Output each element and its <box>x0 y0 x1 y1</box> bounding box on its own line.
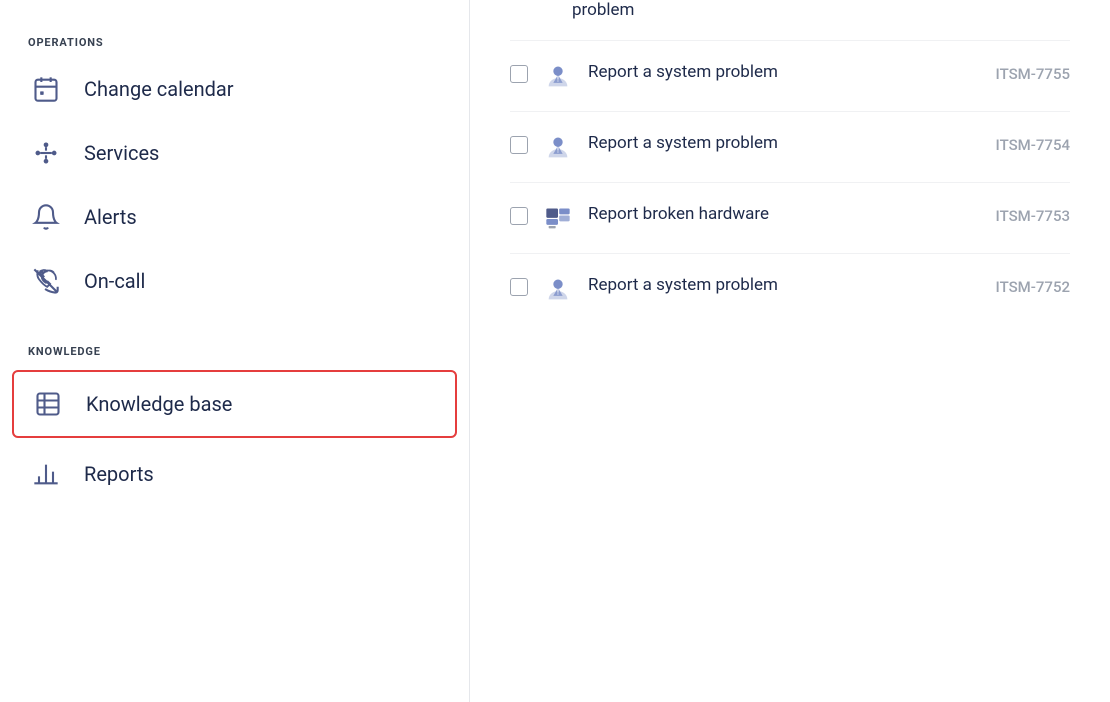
operations-section-label: OPERATIONS <box>0 20 469 57</box>
knowledge-section-label: KNOWLEDGE <box>0 329 469 366</box>
checkbox-input[interactable] <box>510 207 528 225</box>
checkbox-input[interactable] <box>510 65 528 83</box>
row-id: ITSM-7752 <box>996 278 1070 296</box>
list-item: ! Report a system problem ITSM-7752 <box>510 254 1070 324</box>
calendar-icon <box>28 71 64 107</box>
row-title: Report a system problem <box>588 61 980 85</box>
row-content: Report broken hardware <box>588 203 980 227</box>
row-checkbox-7752[interactable] <box>510 278 528 300</box>
sidebar-item-change-calendar[interactable]: Change calendar <box>0 57 469 121</box>
sidebar-item-label: Alerts <box>84 205 137 229</box>
person-alert-icon: ! <box>544 134 572 162</box>
sidebar-item-knowledge-base[interactable]: Knowledge base <box>12 370 457 438</box>
svg-text:!: ! <box>557 76 559 84</box>
sidebar-item-alerts[interactable]: Alerts <box>0 185 469 249</box>
partial-title: problem <box>510 0 634 20</box>
person-alert-icon: ! <box>544 276 572 304</box>
checkbox-input[interactable] <box>510 136 528 154</box>
svg-text:!: ! <box>557 289 559 297</box>
row-checkbox-7754[interactable] <box>510 136 528 158</box>
sidebar: OPERATIONS Change calendar <box>0 0 470 702</box>
sidebar-item-label: Knowledge base <box>86 392 232 416</box>
sidebar-item-services[interactable]: Services <box>0 121 469 185</box>
list-item: ! Report a system problem ITSM-7754 <box>510 112 1070 183</box>
checkbox-input[interactable] <box>510 278 528 296</box>
row-id: ITSM-7755 <box>996 65 1070 83</box>
row-content: Report a system problem <box>588 274 980 298</box>
list-item: Report broken hardware ITSM-7753 <box>510 183 1070 254</box>
row-checkbox-7755[interactable] <box>510 65 528 87</box>
row-title: Report a system problem <box>588 274 980 298</box>
sidebar-item-reports[interactable]: Reports <box>0 442 469 506</box>
list-item: ! Report a system problem ITSM-7755 <box>510 41 1070 112</box>
barchart-icon <box>28 456 64 492</box>
services-icon <box>28 135 64 171</box>
oncall-icon <box>28 263 64 299</box>
row-content: Report a system problem <box>588 61 980 85</box>
book-icon <box>30 386 66 422</box>
main-content: problem ! Report a system problem ITSM-7… <box>470 0 1110 702</box>
hardware-icon <box>544 205 572 233</box>
row-checkbox-7753[interactable] <box>510 207 528 229</box>
row-title: Report a system problem <box>588 132 980 156</box>
partial-row: problem <box>510 0 1070 41</box>
sidebar-item-label: Change calendar <box>84 77 234 101</box>
person-alert-icon: ! <box>544 63 572 91</box>
svg-text:!: ! <box>557 147 559 155</box>
sidebar-item-label: Reports <box>84 462 154 486</box>
row-content: Report a system problem <box>588 132 980 156</box>
sidebar-item-label: On-call <box>84 269 145 293</box>
bell-icon <box>28 199 64 235</box>
row-id: ITSM-7753 <box>996 207 1070 225</box>
row-id: ITSM-7754 <box>996 136 1070 154</box>
row-title: Report broken hardware <box>588 203 980 227</box>
sidebar-item-on-call[interactable]: On-call <box>0 249 469 313</box>
sidebar-item-label: Services <box>84 141 159 165</box>
